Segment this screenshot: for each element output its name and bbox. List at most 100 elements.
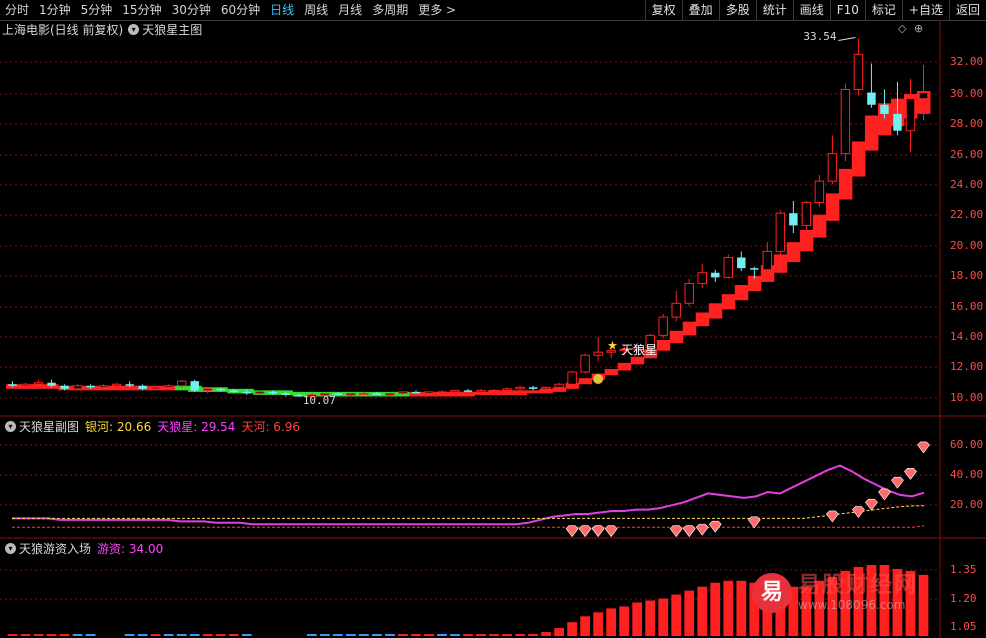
tool-button-4[interactable]: 画线 bbox=[792, 0, 830, 20]
main-axis-label: 32.00 bbox=[950, 55, 984, 68]
main-indicator-name[interactable]: 天狼星主图 bbox=[142, 21, 202, 38]
stock-title[interactable]: 上海电影(日线 前复权) bbox=[2, 21, 123, 38]
bar bbox=[502, 634, 512, 636]
candle-body bbox=[111, 383, 122, 387]
candle-body bbox=[918, 92, 929, 100]
candle-body bbox=[580, 354, 590, 373]
tool-button-3[interactable]: 统计 bbox=[755, 0, 793, 20]
bar bbox=[528, 634, 538, 636]
band-segment bbox=[721, 294, 736, 310]
series-天河 bbox=[12, 525, 925, 528]
candle-body bbox=[98, 385, 109, 388]
bar bbox=[398, 634, 408, 636]
main-axis-label: 20.00 bbox=[950, 239, 984, 252]
bar bbox=[7, 634, 18, 636]
tool-button-1[interactable]: 叠加 bbox=[681, 0, 719, 20]
bar bbox=[33, 634, 44, 636]
tool-button-7[interactable]: +自选 bbox=[901, 0, 949, 20]
star-icon: ★ bbox=[607, 339, 618, 353]
candle-body bbox=[138, 385, 147, 389]
period-tab-0[interactable]: 分时 bbox=[0, 0, 34, 20]
watermark: 易 易股财经网 www.108096.com bbox=[752, 573, 918, 613]
sub-indicator-name[interactable]: 天狼星副图 bbox=[19, 418, 79, 435]
period-tab-10[interactable]: 更多 > bbox=[413, 0, 461, 20]
bar bbox=[450, 634, 460, 636]
bar bbox=[736, 580, 747, 636]
bar bbox=[124, 634, 135, 636]
gem-icon bbox=[708, 520, 722, 533]
sub-panel-title: ▾ 天狼星副图 银河: 20.66 天狼星: 29.54 天河: 6.96 bbox=[0, 417, 300, 435]
candle-body bbox=[541, 386, 551, 390]
period-tab-4[interactable]: 30分钟 bbox=[167, 0, 216, 20]
bottom-panel-title: ▾ 天狼游资入场 游资: 34.00 bbox=[0, 539, 163, 557]
main-axis-label: 12.00 bbox=[950, 360, 984, 373]
candle-body bbox=[229, 390, 238, 392]
candle-body bbox=[346, 392, 356, 396]
bar bbox=[710, 582, 721, 636]
candle-body bbox=[515, 386, 525, 390]
bar bbox=[306, 634, 317, 636]
tool-button-8[interactable]: 返回 bbox=[948, 0, 986, 20]
period-tab-2[interactable]: 5分钟 bbox=[76, 0, 118, 20]
bar bbox=[189, 634, 200, 636]
chevron-down-icon[interactable]: ▾ bbox=[128, 23, 140, 35]
band-segment bbox=[864, 115, 879, 151]
bar bbox=[228, 634, 239, 636]
main-axis-label: 26.00 bbox=[950, 148, 984, 161]
bar bbox=[632, 602, 643, 636]
crosshair-icon[interactable]: ⊕ bbox=[914, 22, 923, 35]
bar bbox=[137, 634, 148, 636]
period-tab-8[interactable]: 月线 bbox=[333, 0, 367, 20]
tool-buttons: 复权 叠加 多股 统计 画线 F10 标记 +自选 返回 bbox=[644, 0, 986, 20]
candle-body bbox=[671, 302, 681, 318]
bar bbox=[606, 608, 617, 636]
period-tab-9[interactable]: 多周期 bbox=[367, 0, 413, 20]
diamond-icon[interactable]: ◇ bbox=[898, 22, 906, 35]
band-segment bbox=[695, 312, 710, 327]
bar bbox=[684, 590, 695, 636]
tool-button-2[interactable]: 多股 bbox=[718, 0, 756, 20]
tool-button-6[interactable]: 标记 bbox=[864, 0, 902, 20]
tool-button-5[interactable]: F10 bbox=[829, 0, 865, 20]
bottom-indicator-name[interactable]: 天狼游资入场 bbox=[19, 540, 91, 557]
bar bbox=[476, 634, 486, 636]
gem-icon bbox=[878, 488, 891, 501]
candle-body bbox=[255, 391, 265, 394]
tool-button-0[interactable]: 复权 bbox=[644, 0, 682, 20]
main-axis-label: 18.00 bbox=[950, 269, 984, 282]
candle-body bbox=[814, 180, 825, 204]
candle-body bbox=[372, 393, 382, 395]
band-segment bbox=[851, 141, 866, 177]
bar bbox=[332, 634, 343, 636]
bar bbox=[46, 634, 57, 636]
candle-body bbox=[33, 382, 44, 385]
chevron-down-icon[interactable]: ▾ bbox=[5, 420, 16, 432]
band-segment bbox=[838, 168, 853, 200]
bar bbox=[85, 634, 96, 636]
gem-icon bbox=[917, 441, 930, 454]
period-tab-5[interactable]: 60分钟 bbox=[216, 0, 265, 20]
main-axis-label: 30.00 bbox=[950, 87, 984, 100]
candle-body bbox=[294, 394, 304, 397]
period-tab-3[interactable]: 15分钟 bbox=[117, 0, 166, 20]
bar bbox=[59, 634, 70, 636]
candle-body bbox=[268, 391, 278, 394]
bar bbox=[424, 634, 434, 636]
gem-icon bbox=[591, 525, 605, 538]
gem-icon bbox=[747, 516, 761, 529]
chevron-down-icon[interactable]: ▾ bbox=[5, 542, 16, 554]
band-segment bbox=[617, 362, 632, 371]
bottom-axis-label: 1.35 bbox=[950, 563, 977, 576]
period-tab-6[interactable]: 日线 bbox=[265, 0, 299, 20]
period-tab-1[interactable]: 1分钟 bbox=[34, 0, 76, 20]
candle-body bbox=[528, 387, 538, 389]
series-天狼星 bbox=[12, 464, 925, 526]
gem-icon bbox=[891, 476, 904, 489]
candle-body bbox=[750, 268, 759, 270]
candle-body bbox=[359, 392, 369, 395]
bar bbox=[345, 634, 356, 636]
period-tab-7[interactable]: 周线 bbox=[299, 0, 333, 20]
bar bbox=[176, 634, 187, 636]
bar bbox=[372, 634, 382, 636]
candle-body bbox=[125, 384, 134, 386]
